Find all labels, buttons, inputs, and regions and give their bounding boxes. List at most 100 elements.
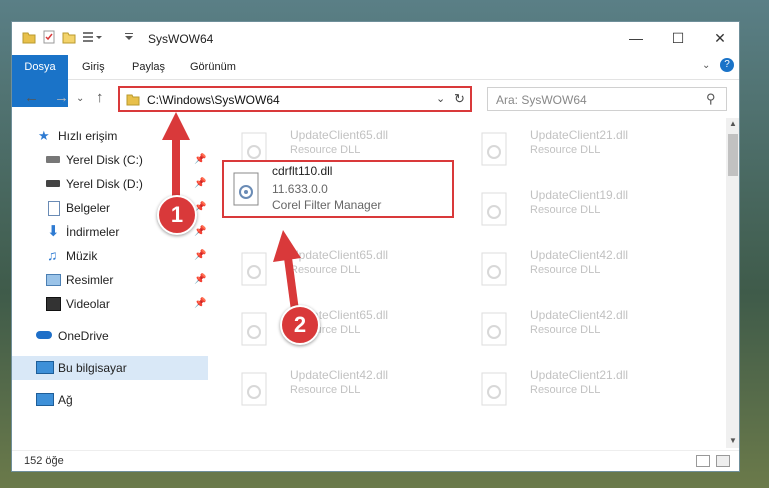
address-bar[interactable]: C:\Windows\SysWOW64 ⌄ ↻ xyxy=(118,86,472,112)
window-title: SysWOW64 xyxy=(148,32,214,46)
list-item[interactable]: UpdateClient42.dll Resource DLL xyxy=(220,362,450,414)
vertical-scrollbar[interactable]: ▲ ▼ xyxy=(726,118,739,448)
dll-file-icon xyxy=(480,252,510,286)
minimize-button[interactable]: — xyxy=(624,27,648,49)
sidebar-item-local-disk-c[interactable]: Yerel Disk (C:) 📌 xyxy=(12,148,208,172)
properties-icon[interactable] xyxy=(42,30,56,47)
sidebar-item-this-pc[interactable]: Bu bilgisayar xyxy=(12,356,208,380)
sidebar-item-label: Bu bilgisayar xyxy=(58,361,127,375)
expand-ribbon-icon[interactable]: ⌄ xyxy=(702,60,710,71)
recent-locations-icon[interactable]: ⌄ xyxy=(76,93,84,104)
sidebar-item-label: Hızlı erişim xyxy=(58,129,118,143)
sidebar-item-label: Videolar xyxy=(66,297,110,311)
file-type: Resource DLL xyxy=(290,384,361,396)
up-arrow-icon[interactable]: ↑ xyxy=(96,89,104,106)
pin-icon[interactable]: 📌 xyxy=(194,274,206,285)
dll-file-icon xyxy=(480,192,510,226)
navigation-pane: ★ Hızlı erişim Yerel Disk (C:) 📌 Yerel D… xyxy=(12,118,208,448)
refresh-icon[interactable]: ↻ xyxy=(454,91,465,107)
pin-icon[interactable]: 📌 xyxy=(194,250,206,261)
search-input[interactable]: Ara: SysWOW64 ⚲ xyxy=(487,87,727,111)
list-item[interactable]: UpdateClient65.dll Resource DLL xyxy=(220,302,450,354)
sidebar-item-quick-access[interactable]: ★ Hızlı erişim xyxy=(12,124,208,148)
close-button[interactable]: ✕ xyxy=(708,27,732,49)
sidebar-item-music[interactable]: ♫ Müzik 📌 xyxy=(12,244,208,268)
details-view-icon[interactable] xyxy=(696,455,710,467)
music-icon: ♫ xyxy=(47,247,58,263)
file-name: UpdateClient19.dll xyxy=(530,188,629,202)
sidebar-item-label: Yerel Disk (C:) xyxy=(66,153,143,167)
dll-file-icon xyxy=(480,372,510,406)
sidebar-item-label: Belgeler xyxy=(66,201,111,215)
folder-icon xyxy=(126,92,140,109)
address-dropdown-icon[interactable]: ⌄ xyxy=(436,92,445,105)
drive-icon xyxy=(46,180,60,187)
list-item[interactable]: UpdateClient65.dll Resource DLL xyxy=(220,242,450,294)
target-file-name: cdrflt110.dll xyxy=(272,164,333,178)
pictures-icon xyxy=(46,274,61,286)
help-icon[interactable]: ? xyxy=(720,58,734,72)
dll-file-icon xyxy=(480,132,510,166)
tab-view[interactable]: Görünüm xyxy=(190,55,236,79)
file-type: Resource DLL xyxy=(530,144,601,156)
sidebar-item-label: Müzik xyxy=(66,249,98,263)
dll-file-icon xyxy=(240,312,270,346)
search-icon[interactable]: ⚲ xyxy=(706,91,716,107)
file-name: UpdateClient42.dll xyxy=(530,248,629,262)
large-icons-view-icon[interactable] xyxy=(716,455,730,467)
item-count: 152 öğe xyxy=(24,455,64,467)
pin-icon[interactable]: 📌 xyxy=(194,154,206,165)
drive-icon xyxy=(46,156,60,163)
scrollbar-thumb[interactable] xyxy=(728,134,738,176)
pin-icon[interactable]: 📌 xyxy=(194,226,206,237)
file-type: Resource DLL xyxy=(530,204,601,216)
explorer-window: SysWOW64 — ☐ ✕ Dosya Giriş Paylaş Görünü… xyxy=(11,21,740,472)
pin-icon[interactable]: 📌 xyxy=(194,178,206,189)
file-type: Resource DLL xyxy=(290,144,361,156)
sidebar-item-pictures[interactable]: Resimler 📌 xyxy=(12,268,208,292)
videos-icon xyxy=(46,297,61,311)
new-folder-icon[interactable] xyxy=(62,30,76,47)
scroll-up-icon[interactable]: ▲ xyxy=(729,119,737,128)
dll-file-icon xyxy=(480,312,510,346)
forward-arrow-icon[interactable]: → xyxy=(54,89,69,106)
dll-file-icon xyxy=(240,252,270,286)
status-bar: 152 öğe xyxy=(12,450,739,471)
maximize-button[interactable]: ☐ xyxy=(666,27,690,49)
download-icon: ⬇ xyxy=(47,223,60,240)
file-type: Resource DLL xyxy=(530,264,601,276)
list-item[interactable]: UpdateClient42.dll Resource DLL xyxy=(460,302,690,354)
list-item[interactable]: UpdateClient19.dll Resource DLL xyxy=(460,182,690,234)
sidebar-item-label: İndirmeler xyxy=(66,225,120,239)
tab-share[interactable]: Paylaş xyxy=(132,55,165,79)
target-file-version: 11.633.0.0 xyxy=(272,182,328,196)
file-type: Resource DLL xyxy=(530,324,601,336)
search-placeholder: Ara: SysWOW64 xyxy=(496,93,587,107)
file-type: Resource DLL xyxy=(530,384,601,396)
list-item[interactable]: UpdateClient42.dll Resource DLL xyxy=(460,242,690,294)
list-item[interactable]: UpdateClient21.dll Resource DLL xyxy=(460,122,690,174)
sidebar-item-videos[interactable]: Videolar 📌 xyxy=(12,292,208,316)
ribbon-tabs: Dosya Giriş Paylaş Görünüm ⌄ ? xyxy=(12,55,739,107)
file-name: UpdateClient42.dll xyxy=(290,368,389,382)
sidebar-item-local-disk-d[interactable]: Yerel Disk (D:) 📌 xyxy=(12,172,208,196)
target-file-item[interactable]: cdrflt110.dll 11.633.0.0 Corel Filter Ma… xyxy=(222,160,454,218)
pin-icon[interactable]: 📌 xyxy=(194,298,206,309)
file-name: UpdateClient21.dll xyxy=(530,128,629,142)
view-options-icon[interactable] xyxy=(82,30,102,47)
scroll-down-icon[interactable]: ▼ xyxy=(729,436,737,445)
list-item[interactable]: UpdateClient21.dll Resource DLL xyxy=(460,362,690,414)
customize-toolbar-icon[interactable] xyxy=(124,30,134,47)
sidebar-item-onedrive[interactable]: OneDrive xyxy=(12,324,208,348)
sidebar-item-label: Ağ xyxy=(58,393,73,407)
sidebar-item-network[interactable]: Ağ xyxy=(12,388,208,412)
cloud-icon xyxy=(36,331,52,339)
step-badge-2: 2 xyxy=(280,305,320,345)
sidebar-item-label: Yerel Disk (D:) xyxy=(66,177,143,191)
navigation-bar: ← → ⌄ ↑ C:\Windows\SysWOW64 ⌄ ↻ Ara: Sys… xyxy=(12,80,739,116)
sidebar-item-label: Resimler xyxy=(66,273,114,287)
back-arrow-icon[interactable]: ← xyxy=(24,89,39,106)
tab-home[interactable]: Giriş xyxy=(82,55,105,79)
file-name: UpdateClient42.dll xyxy=(530,308,629,322)
network-icon xyxy=(36,393,54,406)
